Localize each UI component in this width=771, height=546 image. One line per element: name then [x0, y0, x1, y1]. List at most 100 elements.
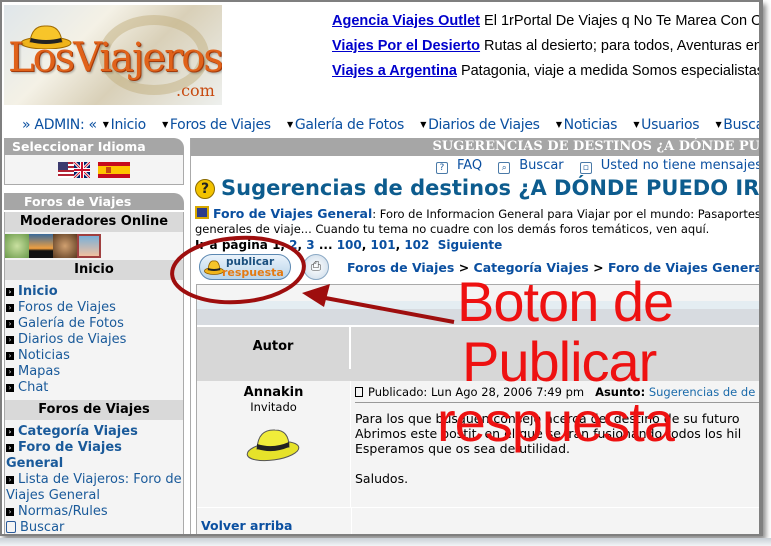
- suitcase-icon: [195, 206, 209, 219]
- foros-list: › Categoría Viajes › Foro de Viajes Genera…: [5, 422, 183, 535]
- forum-description: Foro de Viajes General: Foro de Informac…: [195, 206, 759, 237]
- forum-name-link[interactable]: Foro de Viajes General: [213, 206, 372, 221]
- page-shadow: [0, 538, 771, 546]
- sidebar-item-label: Buscar: [20, 520, 65, 535]
- spanish-flag-icon[interactable]: [98, 161, 130, 178]
- sidebar-item-chat[interactable]: › Chat: [5, 380, 183, 396]
- sidebar-item-label: Mapas: [18, 364, 61, 379]
- post-author-name[interactable]: Annakin: [197, 385, 350, 400]
- nav-item-galeria[interactable]: ▼ Galería de Fotos: [287, 117, 410, 133]
- nav-item-usuarios[interactable]: ▼ Usuarios: [633, 117, 705, 133]
- sidebar-item-noticias[interactable]: › Noticias: [5, 348, 183, 364]
- arrow-bullet-icon: ›: [6, 368, 14, 376]
- nav-admin-link[interactable]: » ADMIN: «: [22, 117, 97, 133]
- question-icon: ?: [195, 179, 215, 199]
- avatar-hat-icon: [246, 429, 300, 462]
- sidebar-forums-box: Moderadores Online Inicio › Inicio › Foros…: [4, 212, 184, 535]
- moderators-list: [5, 234, 183, 258]
- triangle-down-icon: ▼: [102, 120, 109, 129]
- search-link[interactable]: ⌕ Buscar: [492, 158, 564, 174]
- page-ellipsis: ...: [318, 238, 333, 252]
- messages-label: Usted no tiene mensajes: [600, 158, 762, 173]
- sidebar-item-foros[interactable]: › Foros de Viajes: [5, 300, 183, 316]
- nav-item-diarios[interactable]: ▼ Diarios de Viajes: [420, 117, 545, 133]
- sidebar-item-label: Chat: [18, 380, 49, 395]
- next-page-link[interactable]: Siguiente: [438, 238, 503, 252]
- site-logo[interactable]: LosViajeros .com: [4, 5, 222, 105]
- sidebar-item-label: Foro de Viajes General: [6, 440, 122, 471]
- ad-link[interactable]: Agencia Viajes Outlet: [332, 13, 480, 29]
- arrow-bullet-icon: ›: [6, 476, 14, 484]
- post-reply-button[interactable]: publicar respuesta: [199, 254, 291, 280]
- sidebar-item-galeria[interactable]: › Galería de Fotos: [5, 316, 183, 332]
- nav-label: Usuarios: [641, 117, 700, 133]
- moderator-avatar[interactable]: [77, 234, 101, 258]
- annotation-line: Boton de: [457, 270, 674, 333]
- faq-link[interactable]: ? FAQ: [430, 158, 482, 174]
- pagination-prefix: Ir a página: [195, 238, 268, 252]
- ad-link[interactable]: Viajes a Argentina: [332, 63, 457, 79]
- ad-link[interactable]: Viajes Por el Desierto: [332, 38, 480, 54]
- triangle-down-icon: ▼: [555, 120, 562, 129]
- page-link-current: 1: [272, 238, 281, 252]
- page-link[interactable]: 102: [404, 238, 429, 252]
- sidebar-item-inicio[interactable]: › Inicio: [5, 284, 183, 300]
- sidebar-item-label: Lista de Viajeros: Foro de Viajes Genera…: [6, 472, 182, 503]
- sidebar-item-label: Inicio: [18, 284, 58, 299]
- english-flag-icon[interactable]: [58, 161, 90, 178]
- search-label: Buscar: [519, 158, 564, 173]
- sidebar-item-label: Categoría Viajes: [18, 424, 138, 439]
- ad-text: Patagonia, viaje a medida Somos especial…: [456, 63, 763, 79]
- nav-label: Inicio: [110, 117, 147, 133]
- moderator-avatar[interactable]: [29, 234, 53, 258]
- moderator-avatar[interactable]: [53, 234, 77, 258]
- triangle-down-icon: ▼: [633, 120, 640, 129]
- page-link[interactable]: 2: [289, 238, 297, 252]
- forum-desc-text-2: generales de viaje... Cuando tu tema no …: [195, 222, 710, 236]
- page-link[interactable]: 101: [371, 238, 396, 252]
- post-footer-row: Volver arriba: [197, 507, 759, 534]
- page-link[interactable]: 100: [337, 238, 362, 252]
- breadcrumb-link[interactable]: Foros de Viajes: [347, 260, 454, 275]
- arrow-bullet-icon: ›: [6, 444, 14, 452]
- nav-label: Foros de Viajes: [169, 117, 271, 133]
- help-icon: ?: [435, 162, 448, 174]
- sidebar-item-label: Diarios de Viajes: [18, 332, 127, 347]
- annotation-line: respuesta: [437, 390, 675, 453]
- triangle-down-icon: ▼: [286, 120, 293, 129]
- sidebar-item-normas[interactable]: › Normas/Rules: [5, 504, 183, 520]
- moderators-heading: Moderadores Online: [5, 212, 183, 232]
- messages-link[interactable]: ▫ Usted no tiene mensajes: [574, 158, 762, 174]
- post-body-line: Saludos.: [355, 471, 409, 486]
- sidebar-item-label: Normas/Rules: [18, 504, 108, 519]
- back-to-top-link[interactable]: Volver arriba: [201, 518, 292, 533]
- moderator-avatar[interactable]: [5, 234, 29, 258]
- nav-item-foros[interactable]: ▼ Foros de Viajes: [162, 117, 277, 133]
- sidebar-item-categoria[interactable]: › Categoría Viajes: [5, 424, 183, 440]
- forums-tab: Foros de Viajes: [4, 193, 184, 210]
- sidebar-item-foro-general[interactable]: › Foro de Viajes General: [5, 440, 183, 472]
- nav-item-noticias[interactable]: ▼ Noticias: [556, 117, 623, 133]
- sidebar-item-label: Galería de Fotos: [18, 316, 124, 331]
- page-link[interactable]: 3: [306, 238, 314, 252]
- arrow-bullet-icon: ›: [6, 384, 14, 392]
- nav-item-buscar[interactable]: ▼Buscar: [715, 117, 759, 133]
- sidebar-item-buscar[interactable]: Buscar: [5, 520, 183, 535]
- topic-title-text: Sugerencias de destinos ¿A DÓNDE PUEDO I…: [221, 176, 763, 200]
- sidebar: Seleccionar Idioma Foros de Viajes Moder…: [4, 138, 184, 535]
- ad-item: Viajes Por el Desierto Rutas al desierto…: [332, 37, 759, 62]
- ad-text: El 1rPortal De Viajes q No Te Marea Con …: [480, 13, 763, 29]
- printer-icon[interactable]: ⎙: [303, 254, 329, 280]
- post-author-rank: Invitado: [250, 400, 297, 414]
- triangle-down-icon: ▼: [162, 120, 168, 129]
- nav-item-inicio[interactable]: ▼ Inicio: [103, 117, 152, 133]
- foros-heading: Foros de Viajes: [5, 400, 183, 420]
- post-document-icon: [355, 387, 363, 397]
- message-icon: ▫: [579, 162, 592, 174]
- sidebar-item-diarios[interactable]: › Diarios de Viajes: [5, 332, 183, 348]
- sidebar-item-lista-viajeros[interactable]: › Lista de Viajeros: Foro de Viajes Gener…: [5, 472, 183, 504]
- language-tab: Seleccionar Idioma: [4, 138, 184, 155]
- topic-title[interactable]: ? Sugerencias de destinos ¿A DÓNDE PUEDO …: [195, 176, 763, 200]
- sidebar-item-mapas[interactable]: › Mapas: [5, 364, 183, 380]
- browser-frame: LosViajeros .com Agencia Viajes Outlet E…: [0, 0, 763, 536]
